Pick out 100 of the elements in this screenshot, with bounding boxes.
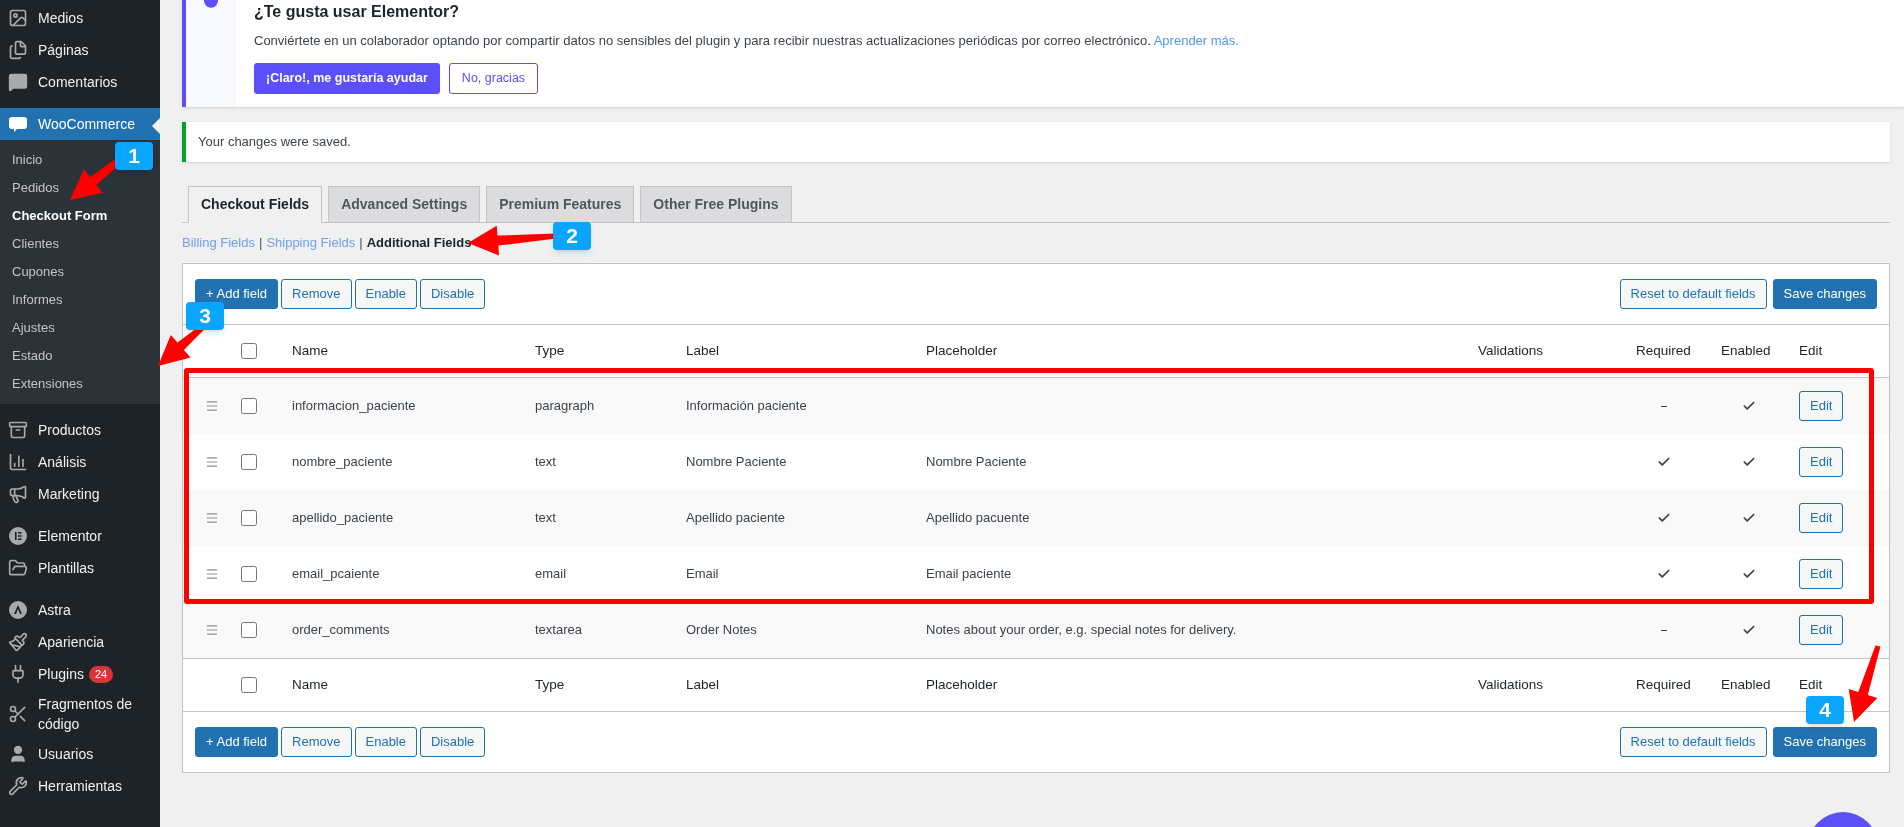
table-cell-text: Notes about your order, e.g. special notes for delivery. [925, 621, 1238, 640]
table-cell-text: Apellido paciente [685, 509, 787, 528]
sidebar-label: Elementor [38, 527, 102, 546]
edit-button[interactable]: Edit [1799, 503, 1844, 533]
table-cell-text: Order Notes [685, 621, 758, 640]
reset-button[interactable]: Reset to default fields [1619, 279, 1767, 309]
sidebar-item[interactable]: Fragmentos de código [0, 690, 160, 738]
toolbar-button[interactable]: Remove [281, 727, 352, 757]
sidebar-item[interactable]: Plugins 24 [0, 658, 160, 690]
scissors-icon [8, 704, 28, 724]
select-all-checkbox[interactable] [241, 343, 257, 359]
table-cell-text: email [534, 565, 568, 584]
sidebar-item[interactable]: Marketing [0, 478, 160, 510]
edit-button[interactable]: Edit [1799, 559, 1844, 589]
submenu-item[interactable]: Checkout Form [12, 202, 108, 230]
tab[interactable]: Checkout Fields [188, 186, 323, 223]
add-field-button[interactable]: + Add field [195, 279, 279, 309]
a-logo-icon [8, 600, 28, 620]
sidebar-label: Páginas [38, 41, 89, 60]
column-header: Type [534, 675, 566, 694]
toolbar-button[interactable]: Disable [420, 279, 486, 309]
sidebar-label: Usuarios [38, 745, 94, 764]
submenu-item[interactable]: Extensiones [12, 370, 83, 398]
save-button[interactable]: Save changes [1772, 727, 1877, 757]
notice-message: Your changes were saved. [198, 133, 351, 152]
submenu-item[interactable]: Estado [12, 342, 53, 370]
sidebar-label: Herramientas [38, 777, 123, 796]
sidebar-item[interactable]: Astra [0, 594, 160, 626]
accept-button[interactable]: ¡Claro!, me gustaría ayudar [254, 62, 440, 94]
sidebar-item[interactable]: Productos [0, 414, 160, 446]
section-link[interactable]: Additional Fields [366, 233, 472, 253]
toolbar-button[interactable]: Enable [354, 279, 417, 309]
column-header: Label [685, 675, 721, 694]
submenu-item[interactable]: Clientes [12, 230, 59, 258]
table-cell-text: order_comments [291, 621, 391, 640]
learn-more-link[interactable]: Aprender más. [1153, 33, 1239, 48]
paintbrush-icon [8, 632, 28, 652]
sidebar-label: Productos [38, 421, 102, 440]
drag-handle-icon[interactable] [205, 455, 219, 469]
edit-button[interactable]: Edit [1799, 615, 1844, 645]
sidebar-item[interactable]: Páginas [0, 34, 160, 66]
step-badge: 1 [115, 142, 153, 170]
submenu-item[interactable]: Cupones [12, 258, 65, 286]
sidebar-item[interactable]: Herramientas [0, 770, 160, 802]
sidebar-item[interactable]: WooCommerce [0, 108, 160, 140]
sidebar-item[interactable]: Medios [0, 2, 160, 34]
row-checkbox[interactable] [241, 398, 257, 414]
count-badge: 24 [88, 665, 114, 683]
save-button[interactable]: Save changes [1772, 279, 1877, 309]
table-cell-text: informacion_paciente [291, 397, 417, 416]
column-header: Enabled [1720, 341, 1772, 360]
column-header: Type [534, 341, 566, 360]
row-checkbox[interactable] [241, 454, 257, 470]
tab[interactable]: Advanced Settings [328, 186, 481, 223]
pages-icon [8, 40, 28, 60]
sidebar-item[interactable]: Apariencia [0, 626, 160, 658]
toolbar-button[interactable]: Disable [420, 727, 486, 757]
sidebar-label: Comentarios [38, 73, 118, 92]
sidebar-item[interactable]: Análisis [0, 446, 160, 478]
tab[interactable]: Other Free Plugins [640, 186, 792, 223]
edit-button[interactable]: Edit [1799, 447, 1844, 477]
row-checkbox[interactable] [241, 510, 257, 526]
sidebar-item[interactable]: Usuarios [0, 738, 160, 770]
decline-button[interactable]: No, gracias [448, 62, 539, 94]
sidebar-label: Plantillas [38, 559, 95, 578]
column-header: Name [291, 341, 329, 360]
sidebar-item[interactable]: Elementor [0, 520, 160, 552]
step-badge: 3 [186, 302, 224, 330]
submenu-item[interactable]: Ajustes [12, 314, 55, 342]
drag-handle-icon[interactable] [205, 623, 219, 637]
table-cell-text: apellido_paciente [291, 509, 395, 528]
sidebar-item[interactable]: Comentarios [0, 66, 160, 98]
separator: | [259, 234, 263, 253]
row-checkbox[interactable] [241, 622, 257, 638]
table-cell-text: Email paciente [925, 565, 1013, 584]
toolbar-button[interactable]: Enable [354, 727, 417, 757]
drag-handle-icon[interactable] [205, 511, 219, 525]
notice-title: ¿Te gusta usar Elementor? [254, 2, 461, 22]
tab[interactable]: Premium Features [486, 186, 635, 223]
add-field-button[interactable]: + Add field [195, 727, 279, 757]
column-header: Required [1635, 341, 1692, 360]
table-cell-text: nombre_paciente [291, 453, 394, 472]
drag-handle-icon[interactable] [205, 399, 219, 413]
submenu-item[interactable]: Informes [12, 286, 63, 314]
table-cell-text: Información paciente [685, 397, 808, 416]
reset-button[interactable]: Reset to default fields [1619, 727, 1767, 757]
column-header: Required [1635, 675, 1692, 694]
row-checkbox[interactable] [241, 566, 257, 582]
select-all-checkbox[interactable] [241, 677, 257, 693]
sidebar-label: Plugins [38, 665, 84, 684]
submenu-item[interactable]: Inicio [12, 146, 43, 174]
sidebar-item[interactable]: Plantillas [0, 552, 160, 584]
drag-handle-icon[interactable] [205, 567, 219, 581]
toolbar-button[interactable]: Remove [281, 279, 352, 309]
column-header: Name [291, 675, 329, 694]
sidebar-label: Fragmentos de código [38, 695, 134, 734]
sidebar-label: WooCommerce [38, 115, 135, 134]
table-cell-text: text [534, 509, 557, 528]
submenu-item[interactable]: Pedidos [12, 174, 59, 202]
edit-button[interactable]: Edit [1799, 391, 1844, 421]
